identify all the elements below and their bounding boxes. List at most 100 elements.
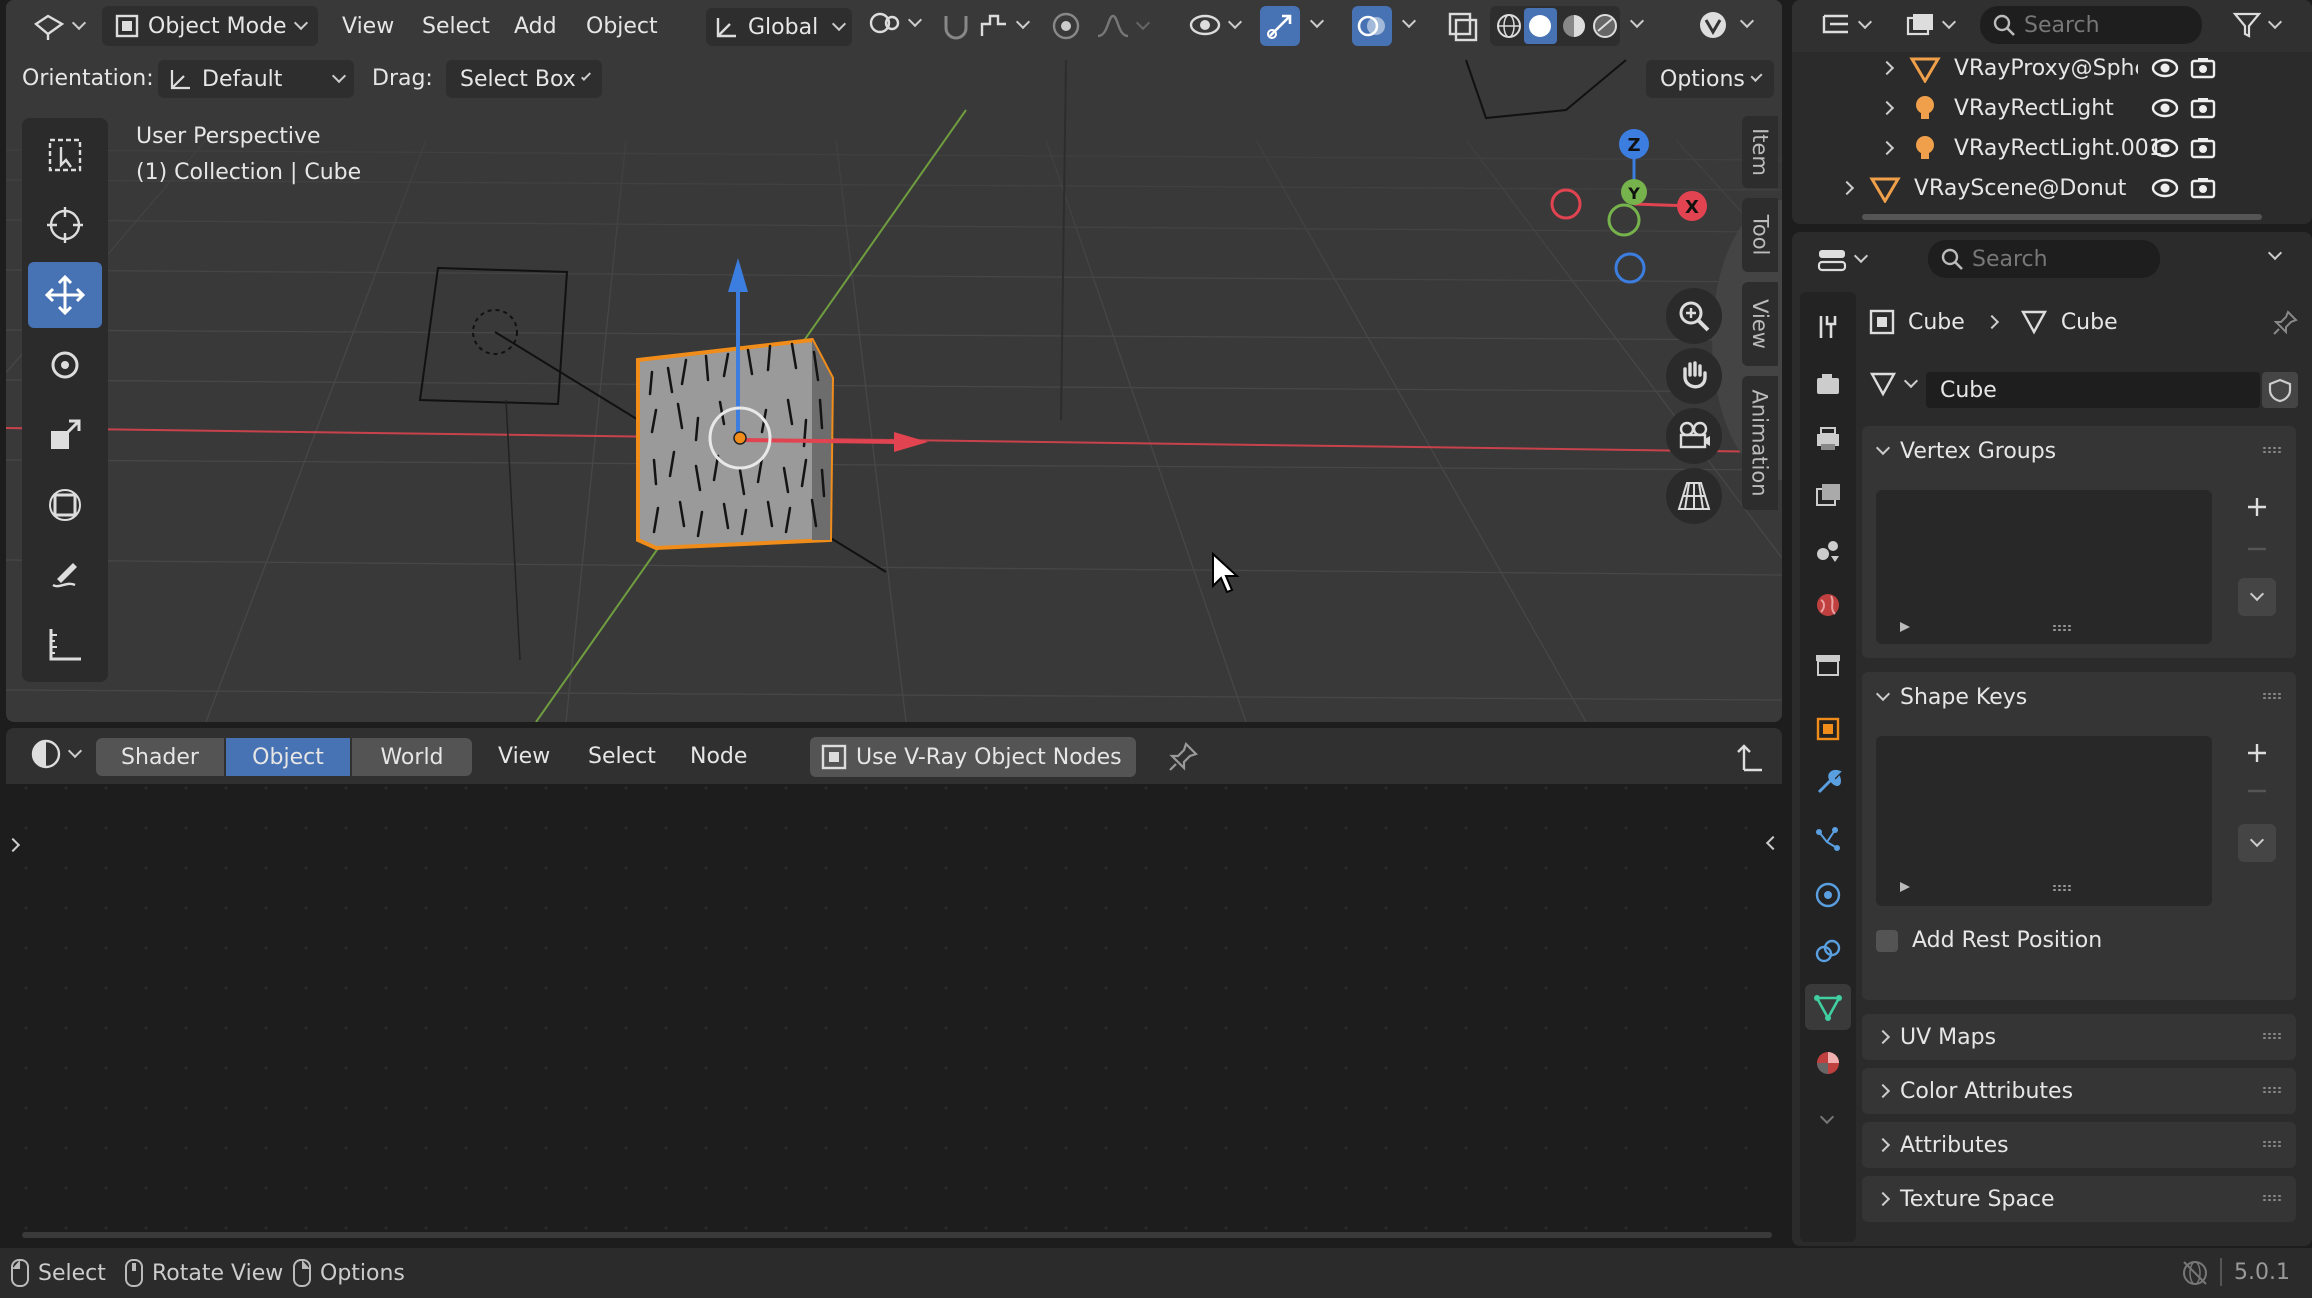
remove-vertex-group-button[interactable]	[2238, 530, 2276, 568]
tab-constraints[interactable]	[1805, 928, 1851, 974]
sidebar-expand-arrow[interactable]	[1765, 835, 1781, 851]
panel-drag-grip-icon[interactable]	[2262, 692, 2282, 700]
wireframe-shading-icon[interactable]	[1492, 9, 1524, 43]
tab-physics[interactable]	[1805, 872, 1851, 918]
render-camera-icon[interactable]	[2188, 175, 2218, 201]
tab-material[interactable]	[1805, 1040, 1851, 1086]
filter-dropdown[interactable]	[2232, 10, 2283, 40]
expand-arrow-icon[interactable]	[1879, 140, 1895, 156]
camera-view-button[interactable]	[1666, 408, 1722, 464]
panel-drag-grip-icon[interactable]	[2262, 446, 2282, 454]
vertex-groups-header[interactable]: Vertex Groups	[1862, 426, 2296, 476]
parent-node-tree-icon[interactable]	[1734, 740, 1768, 774]
annotate-tool[interactable]	[28, 542, 102, 608]
display-mode-dropdown[interactable]	[1904, 10, 1957, 40]
shape-keys-list[interactable]	[1876, 736, 2212, 906]
use-vray-object-nodes-toggle[interactable]: Use V-Ray Object Nodes	[810, 737, 1136, 777]
panel-drag-grip-icon[interactable]	[2262, 1086, 2282, 1094]
shading-dropdown-chevron[interactable]	[1629, 13, 1645, 29]
overlays-toggle-button[interactable]	[1352, 6, 1392, 46]
falloff-dropdown[interactable]	[1096, 12, 1151, 40]
tab-collection[interactable]	[1805, 642, 1851, 688]
texture-space-panel[interactable]: Texture Space	[1862, 1176, 2296, 1222]
list-expand-triangle-icon[interactable]	[1898, 880, 1912, 894]
options-dropdown[interactable]: Options	[1646, 60, 1774, 98]
menu-object[interactable]: Object	[586, 14, 658, 39]
shape-key-specials-button[interactable]	[2238, 824, 2276, 862]
list-resize-grip-icon[interactable]	[2052, 624, 2072, 632]
outliner-search-input[interactable]: Search	[1980, 6, 2202, 44]
horizontal-scrollbar[interactable]	[22, 1232, 1772, 1238]
sidebar-tab-tool[interactable]: Tool	[1742, 198, 1778, 272]
scale-tool[interactable]	[28, 402, 102, 468]
color-attributes-panel[interactable]: Color Attributes	[1862, 1068, 2296, 1114]
render-camera-icon[interactable]	[2188, 135, 2218, 161]
sidebar-tab-animation[interactable]: Animation	[1742, 376, 1778, 510]
3d-viewport[interactable]: Z X Y Object Mode View Select Add Object…	[6, 0, 1782, 722]
tab-world[interactable]: World	[352, 738, 472, 776]
tab-modifiers[interactable]	[1805, 760, 1851, 806]
gizmo-dropdown-chevron[interactable]	[1309, 13, 1325, 29]
xray-toggle-icon[interactable]	[1446, 10, 1480, 44]
tabs-scroll-down-icon[interactable]	[1819, 1109, 1835, 1125]
orientation-dropdown[interactable]: Default	[158, 60, 354, 98]
add-rest-position-checkbox[interactable]: Add Rest Position	[1876, 928, 2102, 953]
datablock-browse-button[interactable]	[1868, 370, 1919, 398]
shape-keys-header[interactable]: Shape Keys	[1862, 672, 2296, 722]
pivot-point-dropdown[interactable]	[868, 8, 923, 38]
material-shading-icon[interactable]	[1557, 9, 1589, 43]
solid-shading-button[interactable]	[1523, 8, 1557, 44]
tab-view-layer[interactable]	[1805, 472, 1851, 518]
outliner-editor-type[interactable]	[1820, 10, 1873, 40]
fake-user-button[interactable]	[2262, 372, 2298, 408]
menu-add[interactable]: Add	[514, 14, 557, 39]
menu-view[interactable]: View	[342, 14, 394, 39]
perspective-toggle-button[interactable]	[1666, 468, 1722, 524]
outliner-row[interactable]: VRayRectLight	[1792, 88, 2312, 128]
proportional-edit-icon[interactable]	[1050, 10, 1082, 42]
outliner-row[interactable]: VRayScene@Donut	[1792, 168, 2312, 208]
vertex-group-specials-button[interactable]	[2238, 578, 2276, 616]
eye-icon[interactable]	[2150, 55, 2180, 81]
menu-select[interactable]: Select	[422, 14, 490, 39]
pan-button[interactable]	[1666, 348, 1722, 404]
expand-arrow-icon[interactable]	[1839, 180, 1855, 196]
sidebar-tab-item[interactable]: Item	[1742, 116, 1778, 188]
checkbox-box[interactable]	[1876, 929, 1898, 952]
mode-selector[interactable]: Object Mode	[102, 6, 318, 46]
tab-object-data[interactable]	[1805, 984, 1851, 1030]
expand-arrow-icon[interactable]	[1879, 60, 1895, 76]
panel-drag-grip-icon[interactable]	[2262, 1140, 2282, 1148]
add-vertex-group-button[interactable]	[2238, 488, 2276, 526]
tab-render[interactable]	[1805, 362, 1851, 408]
rotate-tool[interactable]	[28, 332, 102, 398]
eye-icon[interactable]	[2150, 95, 2180, 121]
move-tool[interactable]	[28, 262, 102, 328]
properties-options-chevron[interactable]	[2267, 245, 2283, 261]
eye-icon[interactable]	[2150, 135, 2180, 161]
tab-object[interactable]: Object	[226, 738, 350, 776]
drag-dropdown[interactable]: Select Box	[446, 60, 602, 98]
tab-particles[interactable]	[1805, 816, 1851, 862]
outliner-scrollbar[interactable]	[1862, 214, 2262, 220]
pin-icon[interactable]	[2270, 308, 2300, 338]
vray-render-icon[interactable]	[1696, 8, 1730, 42]
overlays-dropdown-chevron[interactable]	[1401, 13, 1417, 29]
zoom-button[interactable]	[1666, 288, 1722, 344]
rendered-shading-icon[interactable]	[1588, 9, 1620, 43]
gizmo-toggle-button[interactable]	[1260, 6, 1300, 46]
outliner-row[interactable]: VRayRectLight.001	[1792, 128, 2312, 168]
datablock-name-field[interactable]: Cube	[1926, 372, 2260, 408]
transform-orientation-dropdown[interactable]: Global	[706, 8, 852, 46]
cursor-tool[interactable]	[28, 192, 102, 258]
outliner-row[interactable]: VRayProxy@Sphere	[1792, 48, 2312, 88]
toolbar-expand-arrow[interactable]	[6, 837, 21, 853]
pin-icon[interactable]	[1166, 740, 1200, 774]
render-camera-icon[interactable]	[2188, 55, 2218, 81]
tab-shader[interactable]: Shader	[96, 738, 224, 776]
attributes-panel[interactable]: Attributes	[1862, 1122, 2296, 1168]
snap-target-dropdown[interactable]	[978, 10, 1031, 40]
sidebar-tab-view[interactable]: View	[1742, 282, 1778, 366]
menu-view[interactable]: View	[498, 744, 550, 769]
visibility-dropdown[interactable]	[1188, 10, 1243, 40]
